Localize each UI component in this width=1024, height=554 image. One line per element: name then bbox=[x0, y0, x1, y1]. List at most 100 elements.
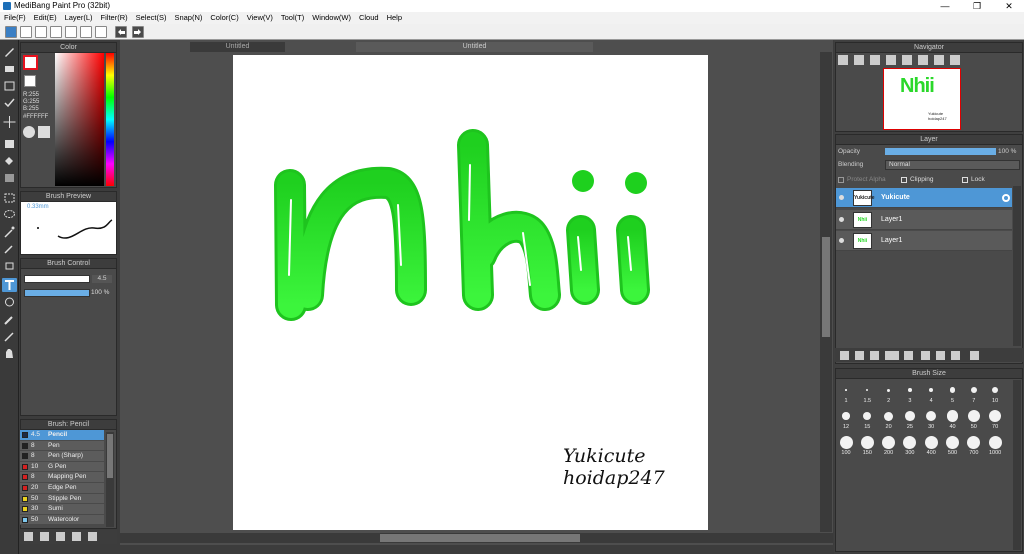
operation-tool-icon[interactable] bbox=[2, 295, 17, 309]
brush-size-option[interactable]: 25 bbox=[900, 406, 920, 430]
brush-copy-icon[interactable] bbox=[40, 532, 49, 541]
menu-layer[interactable]: Layer(L) bbox=[61, 12, 97, 24]
merge-layer-icon[interactable] bbox=[936, 351, 945, 360]
brush-size-option[interactable]: 15 bbox=[857, 406, 877, 430]
brush-tool-icon[interactable] bbox=[2, 45, 17, 59]
palette-icon[interactable] bbox=[23, 126, 35, 138]
brush-size-option[interactable]: 2 bbox=[879, 380, 899, 404]
layout-icon[interactable] bbox=[95, 26, 107, 38]
brush-size-slider[interactable] bbox=[24, 275, 90, 283]
zoom-out-icon[interactable] bbox=[838, 55, 848, 65]
brush-list-item[interactable]: 8 Pen bbox=[20, 440, 104, 452]
cloud-icon[interactable] bbox=[5, 26, 17, 38]
brush-size-option[interactable]: 50 bbox=[964, 406, 984, 430]
brush-size-option[interactable]: 700 bbox=[964, 432, 984, 456]
flip-icon[interactable] bbox=[950, 55, 960, 65]
brush-size-option[interactable]: 10 bbox=[985, 380, 1005, 404]
lock-checkbox[interactable] bbox=[962, 177, 968, 183]
fill-rect-tool-icon[interactable] bbox=[2, 137, 17, 151]
layer-opacity-slider[interactable] bbox=[885, 148, 996, 155]
brush-opacity-slider[interactable] bbox=[24, 289, 90, 297]
brush-size-scrollbar[interactable] bbox=[1013, 380, 1021, 550]
maximize-button[interactable]: ❐ bbox=[962, 0, 992, 12]
hue-slider[interactable] bbox=[106, 53, 114, 186]
brush-size-option[interactable]: 1000 bbox=[985, 432, 1005, 456]
layer-visibility-icon[interactable] bbox=[839, 216, 844, 222]
rotate-reset-icon[interactable] bbox=[918, 55, 928, 65]
magic-wand-tool-icon[interactable] bbox=[2, 225, 17, 239]
brush-size-option[interactable]: 5 bbox=[943, 380, 963, 404]
layer-row[interactable]: Nhii Layer1 bbox=[836, 209, 1012, 230]
move-tool-icon[interactable] bbox=[2, 115, 17, 129]
brush-size-option[interactable]: 300 bbox=[900, 432, 920, 456]
brush-size-option[interactable]: 1 bbox=[836, 380, 856, 404]
brush-size-option[interactable]: 30 bbox=[921, 406, 941, 430]
menu-view[interactable]: View(V) bbox=[243, 12, 277, 24]
rotate-left-icon[interactable] bbox=[902, 55, 912, 65]
menu-window[interactable]: Window(W) bbox=[308, 12, 355, 24]
menu-filter[interactable]: Filter(R) bbox=[97, 12, 132, 24]
brush-list-item[interactable]: 50 Stipple Pen bbox=[20, 493, 104, 505]
new-8bit-layer-icon[interactable] bbox=[870, 351, 879, 360]
brush-size-option[interactable]: 12 bbox=[836, 406, 856, 430]
layer-visibility-icon[interactable] bbox=[839, 238, 844, 243]
delete-layer-icon[interactable] bbox=[970, 351, 979, 360]
page-icon[interactable] bbox=[65, 26, 77, 38]
brush-size-option[interactable]: 7 bbox=[964, 380, 984, 404]
menu-select[interactable]: Select(S) bbox=[132, 12, 171, 24]
brush-list-item[interactable]: 50 Watercolor bbox=[20, 514, 104, 526]
saturation-value-picker[interactable] bbox=[55, 53, 104, 186]
tab-untitled-2[interactable]: Untitled bbox=[356, 42, 593, 52]
menu-cloud[interactable]: Cloud bbox=[355, 12, 383, 24]
brush-size-option[interactable]: 3 bbox=[900, 380, 920, 404]
brush-size-option[interactable]: 4 bbox=[921, 380, 941, 404]
new-halftone-layer-icon[interactable] bbox=[855, 351, 864, 360]
layer-gear-icon[interactable] bbox=[1002, 194, 1010, 202]
menu-snap[interactable]: Snap(N) bbox=[170, 12, 206, 24]
layer-settings-icon[interactable] bbox=[951, 351, 960, 360]
menu-file[interactable]: File(F) bbox=[0, 12, 30, 24]
layer-folder-icon[interactable] bbox=[904, 351, 913, 360]
text-tool-icon[interactable] bbox=[2, 278, 17, 292]
layer-visibility-icon[interactable] bbox=[839, 195, 844, 200]
protect-alpha-checkbox[interactable] bbox=[838, 177, 844, 183]
lasso-tool-icon[interactable] bbox=[2, 208, 17, 222]
fit-window-icon[interactable] bbox=[870, 55, 880, 65]
gradient-tool-icon[interactable] bbox=[2, 171, 17, 185]
select-eraser-tool-icon[interactable] bbox=[2, 259, 17, 273]
brush-list-item[interactable]: 4.5 Pencil bbox=[20, 430, 104, 441]
check-tool-icon[interactable] bbox=[2, 96, 17, 110]
duplicate-layer-icon[interactable] bbox=[921, 351, 930, 360]
brush-size-option[interactable]: 100 bbox=[836, 432, 856, 456]
navigator-thumbnail[interactable]: Nhii Yukicute hoidap247 bbox=[883, 68, 961, 130]
brush-list-scrollbar[interactable] bbox=[106, 432, 114, 527]
brush-add-icon[interactable] bbox=[24, 532, 33, 541]
layer-row[interactable]: Yukicute Yukicute bbox=[836, 188, 1012, 208]
grid-icon[interactable] bbox=[80, 26, 92, 38]
clipping-checkbox[interactable] bbox=[901, 177, 907, 183]
drawing-canvas[interactable]: Yukicute hoidap247 bbox=[233, 55, 708, 530]
brush-size-value[interactable]: 4.5 bbox=[92, 275, 112, 283]
rotate-right-icon[interactable] bbox=[934, 55, 944, 65]
close-button[interactable]: ✕ bbox=[994, 0, 1024, 12]
brush-list-item[interactable]: 20 Edge Pen bbox=[20, 483, 104, 494]
brush-list-item[interactable]: 30 Sumi bbox=[20, 504, 104, 515]
horizontal-scrollbar[interactable] bbox=[120, 533, 833, 543]
brush-size-option[interactable]: 40 bbox=[943, 406, 963, 430]
secondary-color-swatch[interactable] bbox=[24, 75, 36, 87]
brush-settings-icon[interactable] bbox=[56, 532, 65, 541]
brush-list-item[interactable]: 8 Mapping Pen bbox=[20, 472, 104, 483]
brush-list-item[interactable]: 8 Pen (Sharp) bbox=[20, 451, 104, 462]
eraser-tool-icon[interactable] bbox=[2, 62, 17, 76]
brush-size-option[interactable]: 400 bbox=[921, 432, 941, 456]
vertical-scrollbar[interactable] bbox=[820, 52, 832, 532]
brush-folder-icon[interactable] bbox=[88, 532, 97, 541]
layer-row[interactable]: Nhii Layer1 bbox=[836, 231, 1012, 251]
primary-color-swatch[interactable] bbox=[23, 55, 38, 70]
brush-size-option[interactable]: 500 bbox=[943, 432, 963, 456]
select-tool-icon[interactable] bbox=[2, 191, 17, 205]
rectangle-tool-icon[interactable] bbox=[2, 79, 17, 93]
brush-list-item[interactable]: 10 G Pen bbox=[20, 461, 104, 473]
zoom-in-icon[interactable] bbox=[854, 55, 864, 65]
menu-help[interactable]: Help bbox=[383, 12, 406, 24]
